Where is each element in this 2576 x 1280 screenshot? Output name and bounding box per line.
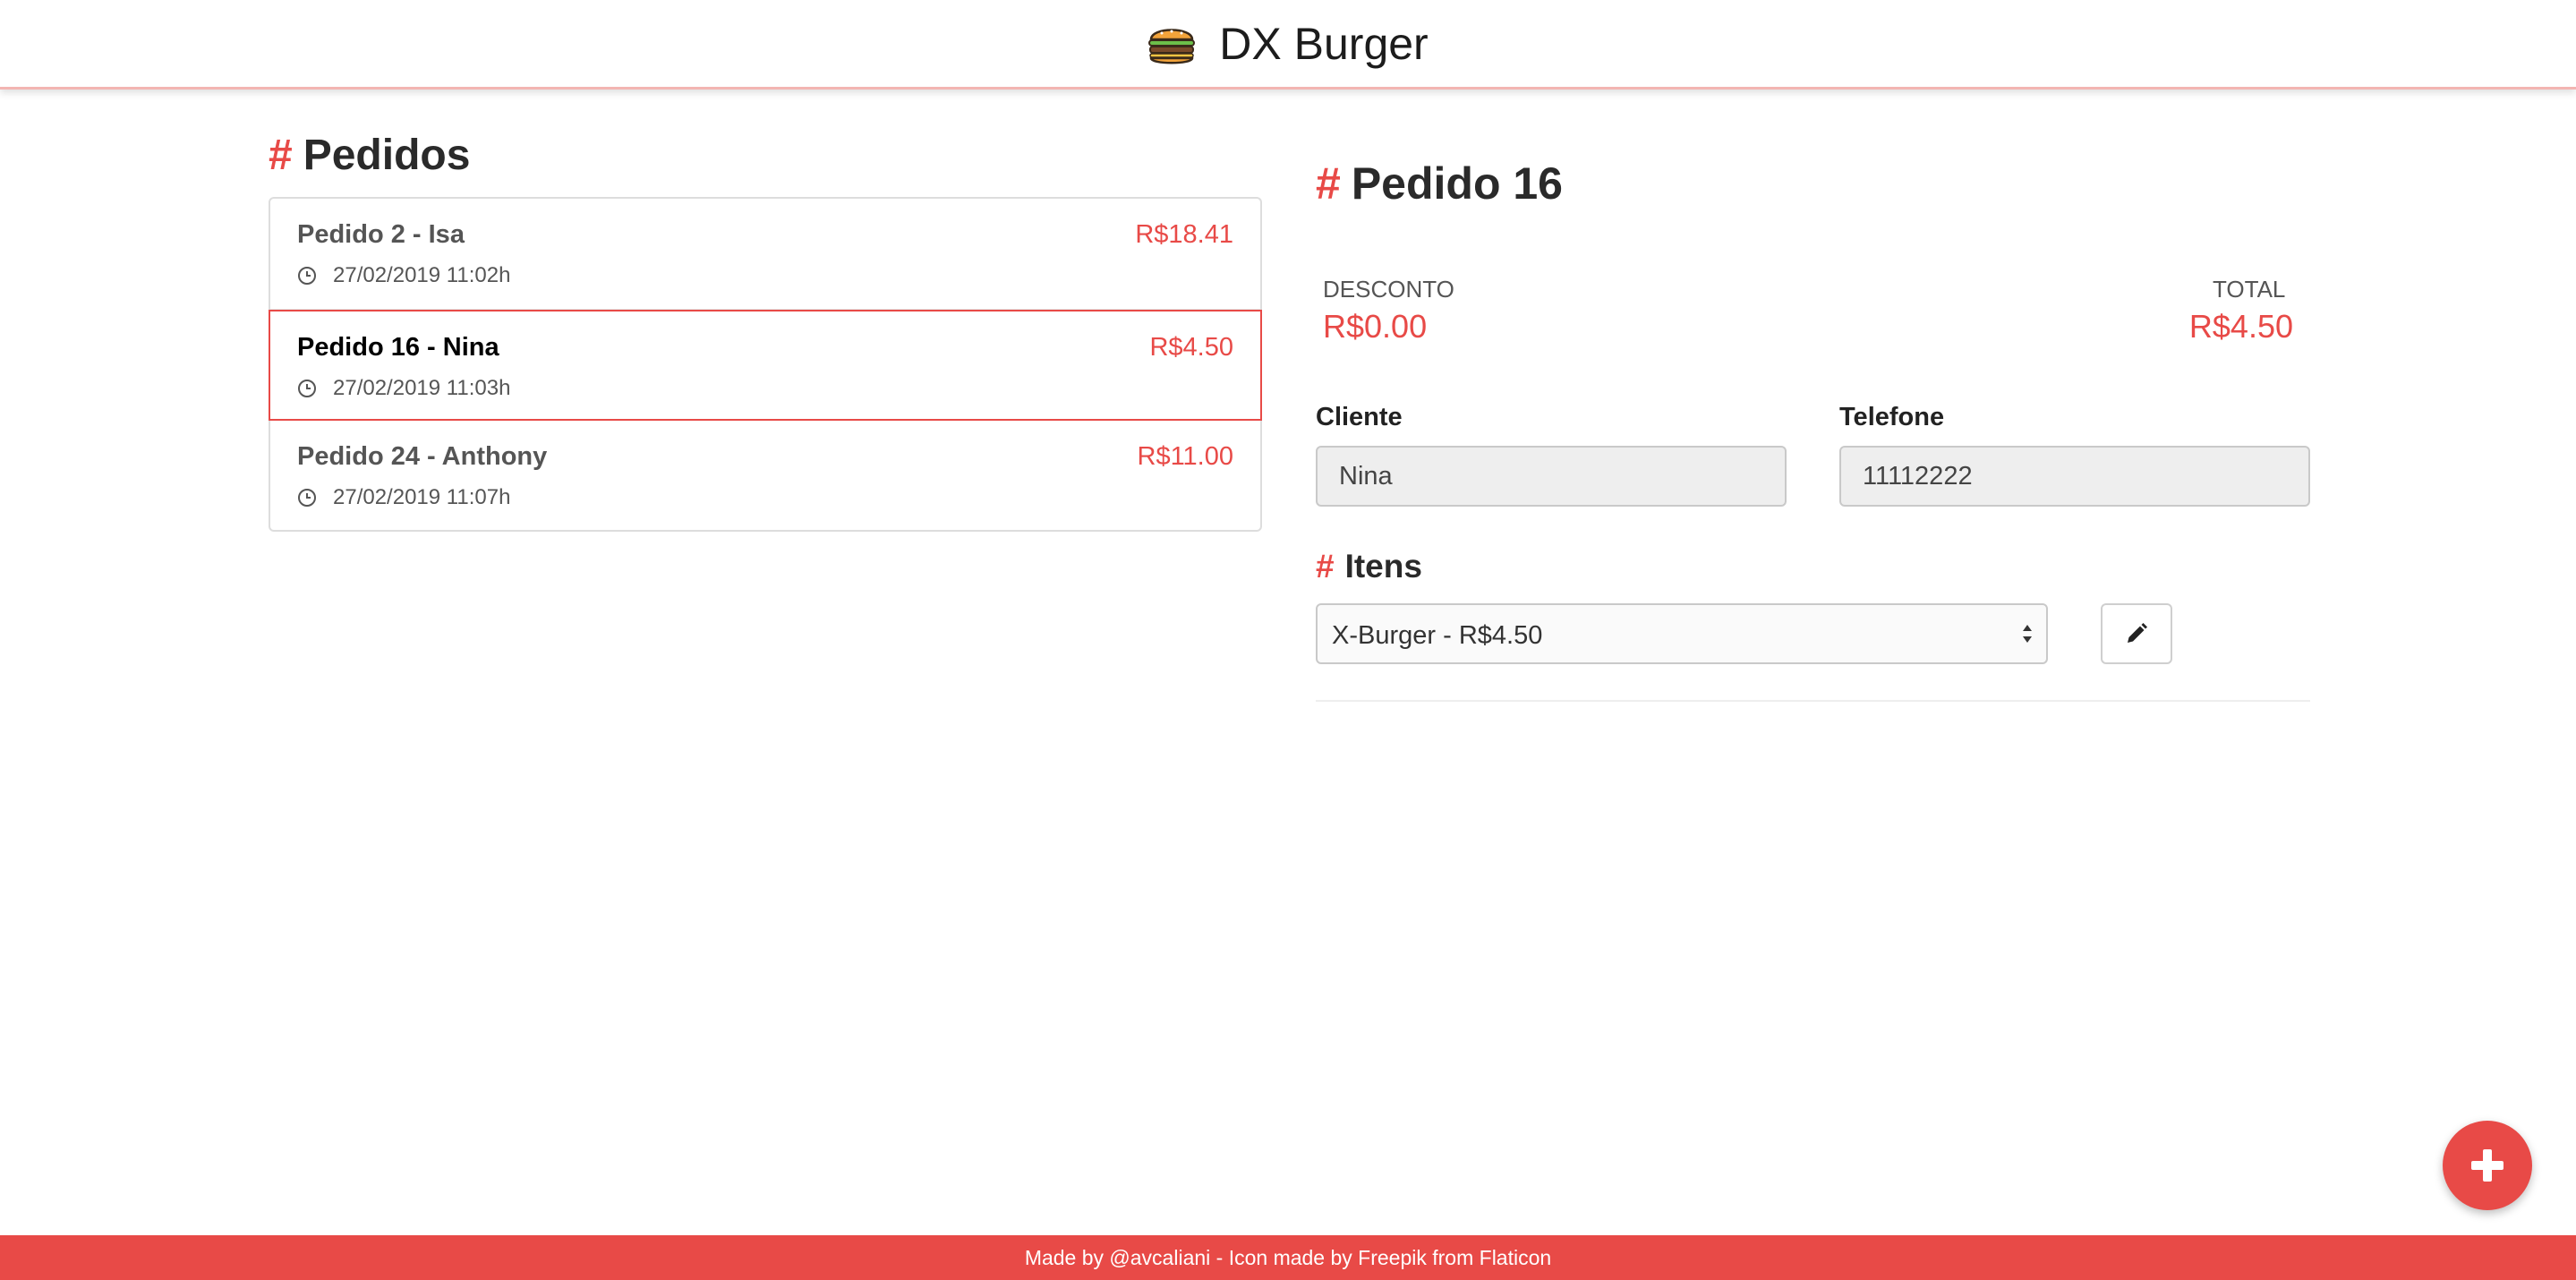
client-label: Cliente bbox=[1316, 403, 1403, 431]
order-price: R$4.50 bbox=[1149, 333, 1233, 362]
orders-list: Pedido 2 - Isa R$18.41 27/02/2019 11:02h… bbox=[269, 197, 1262, 532]
order-name: Pedido 2 - Isa bbox=[297, 220, 465, 249]
item-select-value: X-Burger - R$4.50 bbox=[1332, 621, 1543, 650]
order-datetime: 27/02/2019 11:07h bbox=[333, 485, 511, 509]
order-item-selected[interactable]: Pedido 16 - Nina R$4.50 27/02/2019 11:03… bbox=[269, 310, 1262, 421]
order-datetime: 27/02/2019 11:02h bbox=[333, 263, 511, 287]
order-datetime: 27/02/2019 11:03h bbox=[333, 376, 511, 400]
order-detail-heading: # Pedido 16 bbox=[1316, 158, 1563, 209]
pencil-icon bbox=[2128, 623, 2147, 643]
order-price: R$11.00 bbox=[1137, 442, 1234, 471]
client-field[interactable] bbox=[1316, 446, 1787, 507]
order-price: R$18.41 bbox=[1135, 220, 1233, 249]
select-arrows-icon bbox=[2023, 625, 2032, 643]
clock-icon bbox=[298, 489, 316, 507]
add-order-button[interactable] bbox=[2443, 1121, 2532, 1210]
app-title: DX Burger bbox=[1219, 18, 1429, 69]
edit-item-button[interactable] bbox=[2101, 603, 2172, 664]
item-select[interactable]: X-Burger - R$4.50 bbox=[1316, 603, 2048, 664]
hash-mark: # bbox=[1316, 158, 1341, 209]
plus-icon bbox=[2471, 1149, 2503, 1182]
footer: Made by @avcaliani - Icon made by Freepi… bbox=[0, 1235, 2576, 1280]
hash-mark: # bbox=[269, 132, 293, 179]
burger-icon bbox=[1148, 28, 1196, 64]
order-name: Pedido 24 - Anthony bbox=[297, 442, 548, 471]
total-label: TOTAL bbox=[2213, 276, 2286, 303]
order-item[interactable]: Pedido 24 - Anthony R$11.00 27/02/2019 1… bbox=[270, 421, 1260, 532]
brand[interactable]: DX Burger bbox=[1147, 18, 1429, 70]
order-detail-heading-text: Pedido 16 bbox=[1351, 158, 1563, 209]
order-item[interactable]: Pedido 2 - Isa R$18.41 27/02/2019 11:02h bbox=[270, 199, 1260, 310]
footer-credits: Made by @avcaliani - Icon made by Freepi… bbox=[1024, 1245, 1552, 1269]
discount-label: DESCONTO bbox=[1323, 276, 1454, 303]
items-heading-text: Itens bbox=[1344, 548, 1422, 585]
hash-mark: # bbox=[1316, 548, 1335, 585]
order-time: 27/02/2019 11:03h bbox=[297, 376, 510, 401]
order-name: Pedido 16 - Nina bbox=[297, 333, 499, 362]
order-time: 27/02/2019 11:07h bbox=[297, 485, 510, 510]
divider bbox=[1316, 700, 2310, 702]
app-header: DX Burger bbox=[0, 0, 2576, 90]
orders-heading-text: Pedidos bbox=[303, 132, 471, 179]
clock-icon bbox=[298, 267, 316, 285]
orders-heading: # Pedidos bbox=[269, 131, 470, 180]
total-value: R$4.50 bbox=[2188, 308, 2293, 345]
phone-field[interactable] bbox=[1839, 446, 2310, 507]
order-time: 27/02/2019 11:02h bbox=[297, 263, 510, 288]
phone-label: Telefone bbox=[1839, 403, 1945, 431]
items-heading: # Itens bbox=[1316, 548, 1422, 585]
clock-icon bbox=[298, 380, 316, 397]
discount-value: R$0.00 bbox=[1323, 308, 1428, 345]
